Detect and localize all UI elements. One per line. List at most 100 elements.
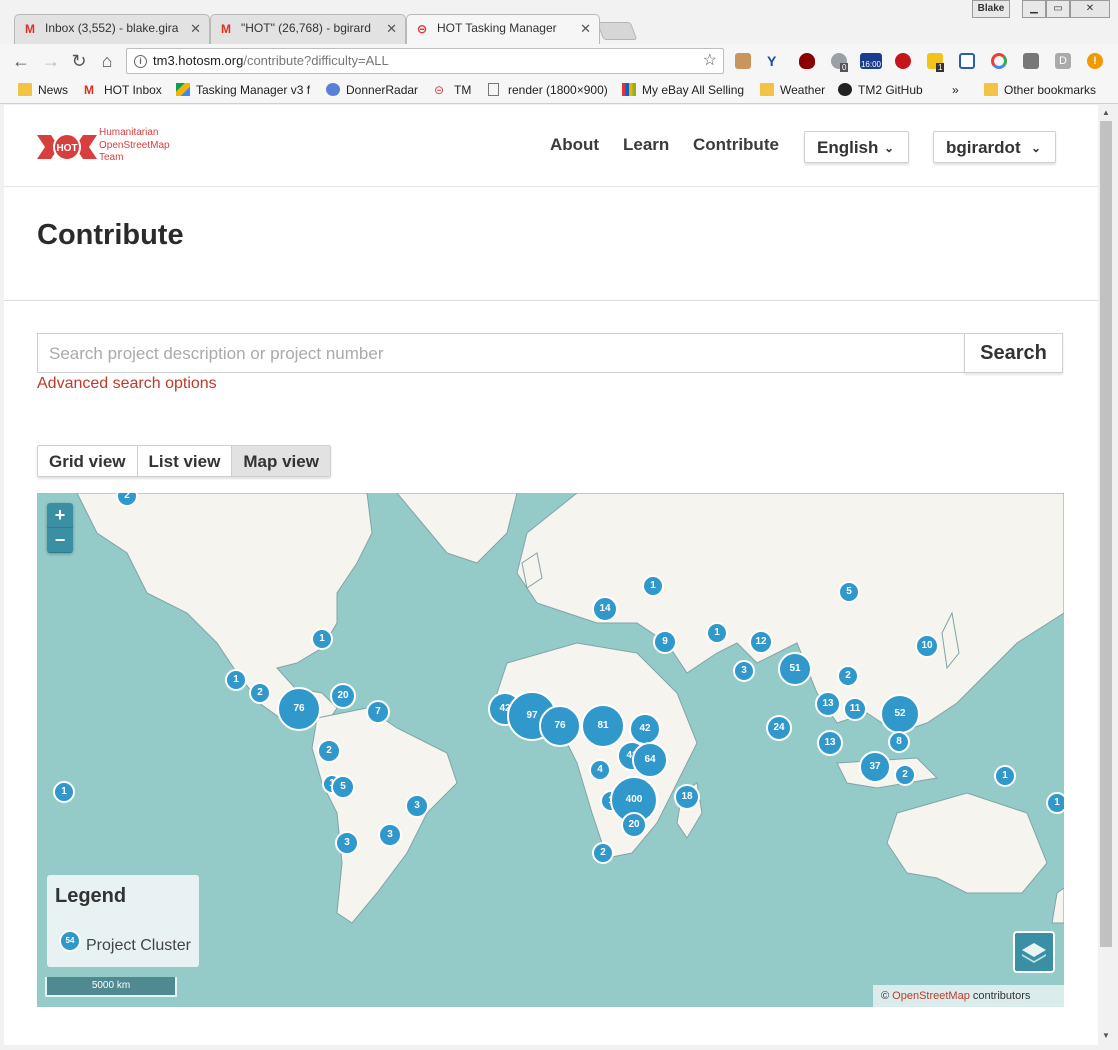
project-cluster-marker[interactable]: 2 (592, 842, 614, 864)
project-cluster-marker[interactable]: 1 (706, 622, 728, 644)
project-cluster-marker[interactable]: 3 (733, 660, 755, 682)
project-cluster-marker[interactable]: 13 (817, 730, 843, 756)
project-cluster-marker[interactable]: 3 (405, 794, 429, 818)
info-icon[interactable]: i (134, 55, 147, 68)
project-cluster-marker[interactable]: 5 (331, 775, 355, 799)
alert-icon[interactable]: ! (1087, 53, 1103, 69)
zoom-out-button[interactable]: − (47, 528, 73, 553)
bookmark-item[interactable]: Tasking Manager v3 f (176, 83, 310, 97)
minimize-button[interactable]: ▁ (1022, 0, 1046, 18)
project-cluster-marker[interactable]: 1 (311, 628, 333, 650)
bookmark-star-icon[interactable]: ☆ (703, 49, 717, 73)
project-cluster-marker[interactable]: 18 (674, 784, 700, 810)
search-input[interactable]: Search project description or project nu… (37, 333, 965, 373)
bookmark-item[interactable]: Other bookmarks (984, 83, 1096, 97)
project-cluster-marker[interactable]: 24 (766, 715, 792, 741)
nav-learn[interactable]: Learn (623, 135, 669, 155)
bookmark-item[interactable]: TM2 GitHub (838, 83, 923, 97)
browser-tab-inbox[interactable]: M Inbox (3,552) - blake.gira ✕ (14, 14, 210, 44)
project-cluster-marker[interactable]: 13 (815, 691, 841, 717)
search-button[interactable]: Search (964, 333, 1063, 373)
browser-tab-hot-search[interactable]: M "HOT" (26,768) - bgirard ✕ (210, 14, 406, 44)
project-cluster-marker[interactable]: 3 (378, 823, 402, 847)
osm-link[interactable]: OpenStreetMap (892, 990, 970, 1002)
bookmark-item[interactable]: M HOT Inbox (84, 83, 162, 97)
screenshot-extension-icon[interactable] (959, 53, 975, 69)
language-dropdown[interactable]: English ⌄ (804, 131, 909, 163)
bookmark-item[interactable]: DonnerRadar (326, 83, 418, 97)
bookmark-item[interactable]: News (18, 83, 68, 97)
close-icon[interactable]: ✕ (190, 21, 201, 37)
project-cluster-marker[interactable]: 37 (859, 751, 891, 783)
project-cluster-marker[interactable]: 51 (778, 652, 812, 686)
bookmark-item[interactable]: render (1800×900) (488, 83, 608, 97)
home-icon[interactable]: ⌂ (96, 51, 118, 73)
scroll-thumb[interactable] (1100, 121, 1112, 947)
project-cluster-marker[interactable]: 8 (888, 731, 910, 753)
browser-tab-tasking-manager[interactable]: ⊝ HOT Tasking Manager ✕ (406, 14, 600, 44)
bookmark-item[interactable]: My eBay All Selling (622, 83, 744, 97)
ublock-icon[interactable] (799, 53, 815, 69)
layers-button[interactable] (1013, 931, 1055, 973)
new-tab-button[interactable] (596, 22, 638, 40)
bookmark-item[interactable]: Weather (760, 83, 825, 97)
play-extension-icon[interactable] (895, 53, 911, 69)
project-cluster-marker[interactable]: 1 (225, 669, 247, 691)
scroll-down-icon[interactable]: ▼ (1102, 1031, 1110, 1040)
nav-about[interactable]: About (550, 135, 599, 155)
reload-icon[interactable]: ↻ (68, 51, 90, 73)
project-cluster-marker[interactable]: 1 (994, 765, 1016, 787)
project-cluster-marker[interactable]: 14 (592, 596, 618, 622)
extension-icon[interactable]: D (1055, 53, 1071, 69)
project-cluster-marker[interactable]: 2 (894, 764, 916, 786)
project-cluster-marker[interactable]: 20 (621, 812, 647, 838)
project-cluster-marker[interactable]: 1 (642, 575, 664, 597)
extension-icon[interactable]: Y (767, 53, 783, 69)
logo-text[interactable]: Humanitarian OpenStreetMap Team (99, 127, 170, 165)
extension-icon[interactable] (1023, 53, 1039, 69)
back-icon[interactable]: ← (10, 51, 32, 73)
address-bar[interactable]: i tm3.hotosm.org/contribute?difficulty=A… (126, 48, 724, 74)
project-cluster-marker[interactable]: 2 (317, 739, 341, 763)
project-cluster-marker[interactable]: 4 (589, 759, 611, 781)
notes-extension-icon[interactable]: 1 (927, 53, 945, 72)
project-cluster-marker[interactable]: 20 (330, 683, 356, 709)
close-icon[interactable]: ✕ (386, 21, 397, 37)
project-cluster-marker[interactable]: 5 (838, 581, 860, 603)
project-cluster-marker[interactable]: 10 (915, 634, 939, 658)
hot-logo[interactable]: HOT (37, 127, 97, 167)
project-cluster-marker[interactable]: 81 (581, 704, 625, 748)
nav-contribute[interactable]: Contribute (693, 135, 779, 155)
project-cluster-marker[interactable]: 7 (366, 700, 390, 724)
bookmarks-overflow[interactable]: » (934, 83, 959, 97)
extension-icon[interactable]: 0 (831, 53, 849, 72)
project-cluster-marker[interactable]: 12 (749, 630, 773, 654)
color-extension-icon[interactable] (991, 53, 1007, 69)
project-cluster-marker[interactable]: 76 (539, 705, 581, 747)
close-window-button[interactable]: ✕ (1070, 0, 1110, 18)
user-dropdown[interactable]: bgirardot ⌄ (933, 131, 1056, 163)
list-view-button[interactable]: List view (138, 446, 233, 476)
project-cluster-marker[interactable]: 9 (653, 630, 677, 654)
map-view-button[interactable]: Map view (232, 446, 330, 476)
project-map[interactable]: + − 211276207215133314191123515102131152… (37, 493, 1064, 1007)
scroll-up-icon[interactable]: ▲ (1102, 108, 1110, 117)
project-cluster-marker[interactable]: 1 (1046, 792, 1064, 814)
project-cluster-marker[interactable]: 76 (277, 687, 321, 731)
grid-view-button[interactable]: Grid view (38, 446, 138, 476)
bookmark-item[interactable]: ⊝ TM (434, 83, 471, 97)
forward-icon[interactable]: → (40, 51, 62, 73)
project-cluster-marker[interactable]: 64 (632, 742, 668, 778)
maximize-button[interactable]: ▭ (1046, 0, 1070, 18)
project-cluster-marker[interactable]: 11 (843, 697, 867, 721)
advanced-search-link[interactable]: Advanced search options (37, 375, 217, 393)
profile-badge[interactable]: Blake (972, 0, 1010, 18)
project-cluster-marker[interactable]: 3 (335, 831, 359, 855)
page-scrollbar[interactable]: ▲ ▼ (1098, 105, 1114, 1045)
project-cluster-marker[interactable]: 52 (880, 694, 920, 734)
project-cluster-marker[interactable]: 2 (249, 682, 271, 704)
extension-icon[interactable] (735, 53, 751, 69)
project-cluster-marker[interactable]: 1 (53, 781, 75, 803)
close-icon[interactable]: ✕ (580, 21, 591, 37)
clock-extension-icon[interactable]: 16:00 (860, 53, 882, 69)
